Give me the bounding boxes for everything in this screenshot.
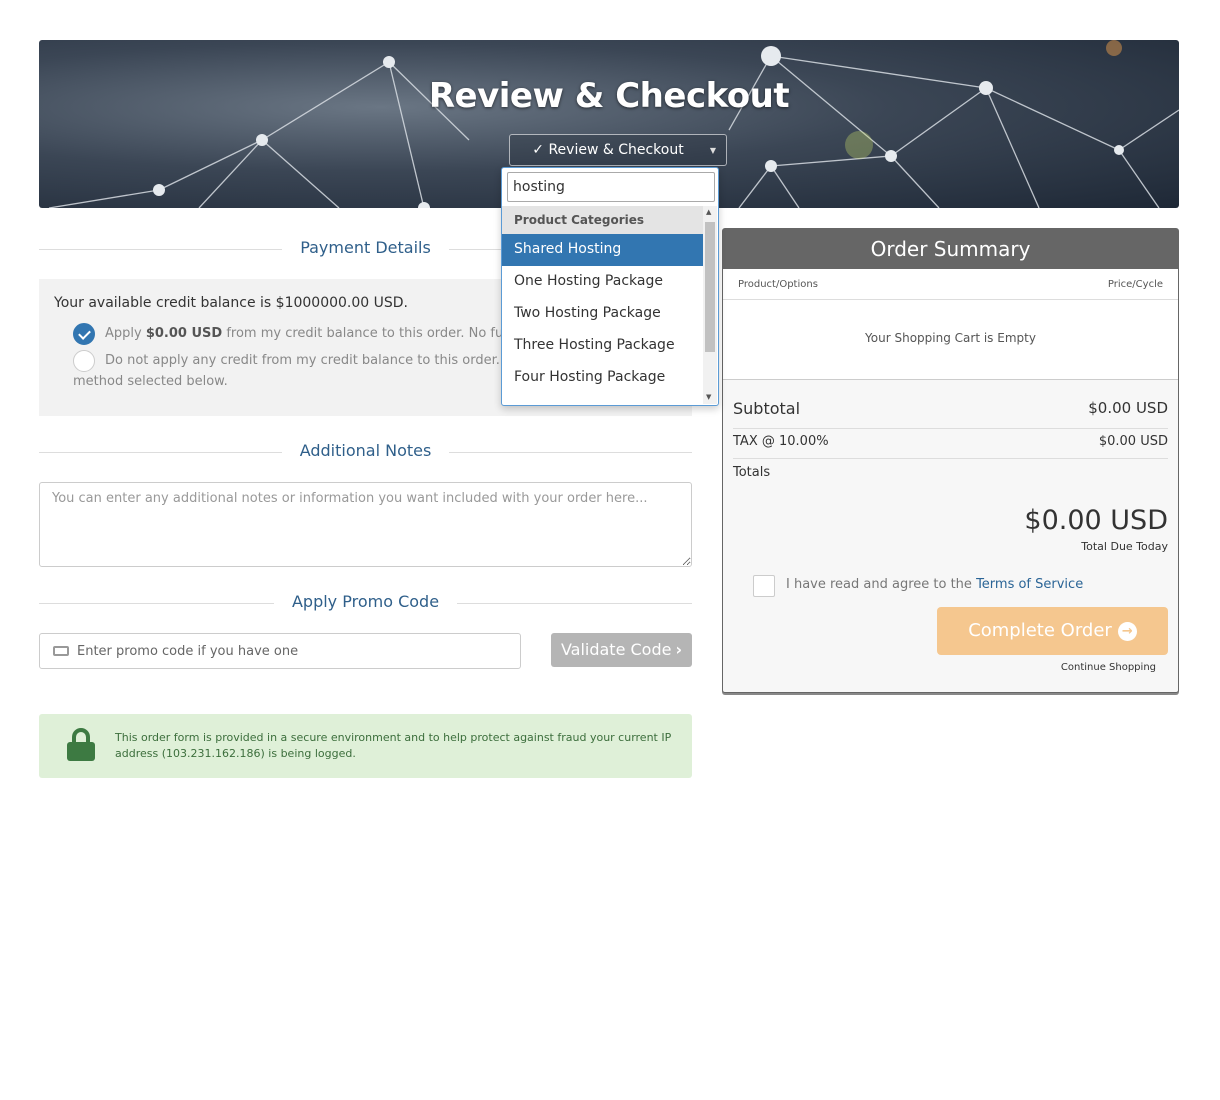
cart-table: Product/Options Price/Cycle Your Shoppin… <box>723 269 1178 380</box>
arrow-right-circle-icon: → <box>1117 622 1137 641</box>
order-summary: Order Summary Product/Options Price/Cycl… <box>722 228 1179 693</box>
tos-link[interactable]: Terms of Service <box>976 577 1083 592</box>
step-select[interactable]: ✓ Review & Checkout ▼ <box>509 134 727 166</box>
promo-code-heading: Apply Promo Code <box>39 592 692 614</box>
page-title: Review & Checkout <box>428 76 790 116</box>
caret-down-icon: ▼ <box>709 146 716 155</box>
col-product-options: Product/Options <box>738 279 818 290</box>
dropdown-group-label: Product Categories <box>502 206 703 234</box>
totals-row: Totals <box>733 465 771 480</box>
step-dropdown: Product Categories Shared Hosting One Ho… <box>501 167 719 406</box>
secure-notice-text: This order form is provided in a secure … <box>115 731 672 760</box>
notes-textarea[interactable] <box>39 482 692 567</box>
dropdown-list: Product Categories Shared Hosting One Ho… <box>502 206 703 394</box>
dropdown-scrollbar[interactable]: ▲ ▼ <box>703 206 717 404</box>
total-amount: $0.00 USD <box>1024 505 1168 536</box>
scroll-up-icon[interactable]: ▲ <box>706 208 711 216</box>
apply-credit-radio[interactable] <box>73 323 95 345</box>
secure-notice: This order form is provided in a secure … <box>39 714 692 778</box>
order-summary-title: Order Summary <box>723 229 1178 269</box>
dropdown-item-one-hosting[interactable]: One Hosting Package <box>502 266 703 298</box>
continue-shopping-link[interactable]: Continue Shopping <box>1061 662 1156 673</box>
tos-checkbox[interactable] <box>753 575 775 597</box>
credit-balance-text: Your available credit balance is $100000… <box>54 295 408 311</box>
total-due-label: Total Due Today <box>1081 540 1168 553</box>
promo-code-input[interactable] <box>75 635 515 667</box>
tos-label: I have read and agree to the Terms of Se… <box>786 577 1084 592</box>
dropdown-item-two-hosting[interactable]: Two Hosting Package <box>502 298 703 330</box>
scroll-down-icon[interactable]: ▼ <box>706 393 711 401</box>
ticket-icon <box>53 646 69 656</box>
dropdown-search-input[interactable] <box>507 172 715 202</box>
lock-icon <box>67 728 95 761</box>
col-price-cycle: Price/Cycle <box>1107 279 1163 290</box>
dropdown-item-three-hosting[interactable]: Three Hosting Package <box>502 330 703 362</box>
tax-row: TAX @ 10.00% $0.00 USD <box>733 434 1168 459</box>
validate-code-button[interactable]: Validate Code › <box>551 633 692 667</box>
step-select-label: ✓ Review & Checkout <box>532 142 684 158</box>
complete-order-button[interactable]: Complete Order → <box>937 607 1168 655</box>
no-credit-radio[interactable] <box>73 350 95 372</box>
dropdown-item-four-hosting[interactable]: Four Hosting Package <box>502 362 703 394</box>
empty-cart-message: Your Shopping Cart is Empty <box>865 331 1036 345</box>
promo-code-field[interactable] <box>39 633 521 669</box>
cart-table-header: Product/Options Price/Cycle <box>723 269 1178 300</box>
additional-notes-heading: Additional Notes <box>39 441 692 463</box>
scrollbar-thumb[interactable] <box>705 222 715 352</box>
subtotal-row: Subtotal $0.00 USD <box>733 399 1168 429</box>
dropdown-item-shared-hosting[interactable]: Shared Hosting <box>502 234 703 266</box>
chevron-right-icon: › <box>675 640 683 659</box>
